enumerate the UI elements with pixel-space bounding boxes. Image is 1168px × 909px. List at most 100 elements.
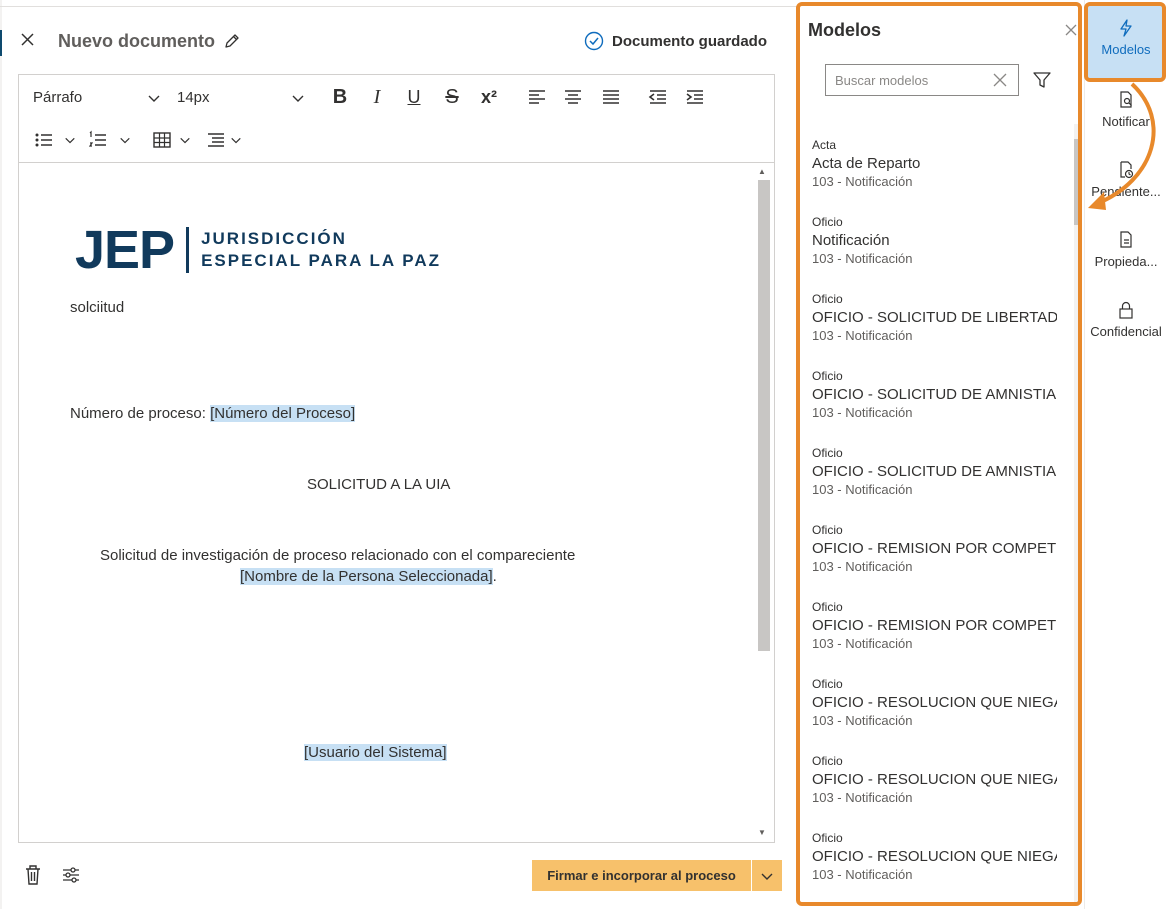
trash-icon[interactable] [22,863,44,887]
person-name-field[interactable]: [Nombre de la Persona Seleccionada] [240,568,493,585]
model-item[interactable]: Oficio OFICIO - SOLICITUD DE LIBERTAD C … [812,278,1057,355]
model-category: 103 - Notificación [812,482,913,497]
chevron-down-icon [292,95,304,102]
document-scroll-thumb[interactable] [758,180,770,651]
model-item[interactable]: Acta Acta de Reparto 103 - Notificación [812,124,1057,201]
model-name: OFICIO - SOLICITUD DE LIBERTAD C [812,309,1057,326]
rail-label-confidencial: Confidencial [1090,324,1162,339]
model-item[interactable]: Oficio OFICIO - RESOLUCION QUE NIEGA 103… [812,663,1057,740]
settings-sliders-icon[interactable] [60,864,82,886]
model-item[interactable]: Oficio OFICIO - SOLICITUD DE AMNISTIA 10… [812,432,1057,509]
model-item[interactable]: Oficio Notificación 103 - Notificación [812,201,1057,278]
model-type: Oficio [812,677,843,691]
clear-search-icon[interactable] [992,72,1008,88]
document-heading: SOLICITUD A LA UIA [307,476,451,493]
lightning-icon [1120,19,1132,37]
model-item[interactable]: Oficio OFICIO - SOLICITUD DE AMNISTIA 10… [812,355,1057,432]
model-category: 103 - Notificación [812,328,913,343]
models-scrollbar[interactable] [1074,124,1078,902]
table-icon[interactable] [149,127,175,153]
paragraph-style-value: Párrafo [33,89,83,106]
underline-button[interactable]: U [401,84,427,110]
model-category: 103 - Notificación [812,559,913,574]
rail-label-propiedades: Propieda... [1094,254,1158,269]
logo-line-1: JURISDICCIÓN [201,229,347,248]
underline-icon: U [407,86,421,107]
align-left-icon[interactable] [524,84,550,110]
logo-line-2: ESPECIAL PARA LA PAZ [201,251,442,270]
model-name: Notificación [812,232,890,249]
model-category: 103 - Notificación [812,636,913,651]
jep-logo: JEP JURISDICCIÓN ESPECIAL PARA LA PAZ [75,223,441,277]
logo-mark: JEP [75,220,175,280]
italic-button[interactable]: I [364,84,390,110]
italic-icon: I [373,85,381,108]
model-item[interactable]: Oficio OFICIO - RESOLUCION QUE NIEGA 103… [812,817,1057,894]
model-item[interactable]: Oficio OFICIO - RESOLUCION QUE NIEGA 103… [812,740,1057,817]
model-name: OFICIO - RESOLUCION QUE NIEGA [812,771,1057,788]
chevron-down-icon[interactable] [179,134,191,146]
chevron-down-icon[interactable] [64,134,76,146]
logo-divider [186,227,190,273]
model-name: Acta de Reparto [812,155,921,172]
rail-item-modelos[interactable]: Modelos [1084,18,1168,57]
superscript-button[interactable]: x² [476,84,502,110]
strikethrough-icon: S [445,85,459,108]
font-size-select[interactable]: 14px [177,89,307,106]
model-category: 103 - Notificación [812,867,913,882]
annotation-arrow [1088,82,1156,210]
strikethrough-button[interactable]: S [439,84,465,110]
filter-icon[interactable] [1032,70,1052,90]
bullet-list-icon[interactable] [31,127,57,153]
paragraph-style-select[interactable]: Párrafo [33,89,163,106]
bold-button[interactable]: B [327,84,353,110]
model-item[interactable]: Oficio OFICIO - REMISION POR COMPETE 103… [812,509,1057,586]
system-user-line: [Usuario del Sistema] [304,744,447,761]
models-search[interactable] [825,64,1019,96]
scroll-down-arrow[interactable]: ▼ [758,828,766,837]
sign-options-dropdown[interactable] [752,860,782,891]
left-edge [0,0,2,909]
indent-icon[interactable] [682,84,708,110]
model-item[interactable]: Oficio OFICIO - REMISION POR COMPETE 103… [812,586,1057,663]
model-type: Acta [812,138,837,152]
line-spacing-icon[interactable] [203,127,229,153]
model-name: OFICIO - SOLICITUD DE AMNISTIA [812,386,1057,403]
save-status-text: Documento guardado [612,32,768,50]
document-canvas[interactable]: JEP JURISDICCIÓN ESPECIAL PARA LA PAZ so… [19,164,774,842]
font-size-value: 14px [177,89,210,106]
rich-text-editor: Párrafo 14px B I U S x² JEP JURISDICCIÓN… [18,74,775,843]
sign-and-attach-button[interactable]: Firmar e incorporar al proceso [532,860,751,891]
outdent-icon[interactable] [645,84,671,110]
model-type: Oficio [812,369,843,383]
rail-item-confidencial[interactable]: Confidencial [1084,300,1168,339]
model-name: OFICIO - REMISION POR COMPETE [812,617,1057,634]
process-number-line: Número de proceso: [Número del Proceso] [70,405,356,422]
bold-icon: B [332,85,348,108]
model-type: Oficio [812,523,843,537]
rail-item-propiedades[interactable]: Propieda... [1084,230,1168,269]
model-type: Oficio [812,292,843,306]
chevron-down-icon [761,873,773,880]
align-center-icon[interactable] [560,84,586,110]
document-title: Nuevo documento [58,31,216,51]
align-justify-icon[interactable] [598,84,624,110]
model-type: Oficio [812,831,843,845]
chevron-down-icon[interactable] [230,134,242,146]
chevron-down-icon[interactable] [119,134,131,146]
close-panel-icon[interactable] [1063,22,1079,38]
superscript-icon: x² [480,86,497,107]
models-search-input[interactable] [835,72,985,88]
models-panel-title: Modelos [808,20,882,40]
rail-label-modelos: Modelos [1101,42,1151,57]
system-user-field[interactable]: [Usuario del Sistema] [304,744,447,761]
scroll-up-arrow[interactable]: ▲ [758,167,766,176]
model-name: OFICIO - RESOLUCION QUE NIEGA [812,848,1057,865]
model-type: Oficio [812,600,843,614]
pencil-icon[interactable] [222,31,242,51]
logo-text: JURISDICCIÓN ESPECIAL PARA LA PAZ [201,228,441,272]
process-number-field[interactable]: [Número del Proceso] [210,405,356,422]
numbered-list-icon[interactable] [85,127,111,153]
model-name: OFICIO - SOLICITUD DE AMNISTIA [812,463,1057,480]
close-icon[interactable] [18,30,38,50]
